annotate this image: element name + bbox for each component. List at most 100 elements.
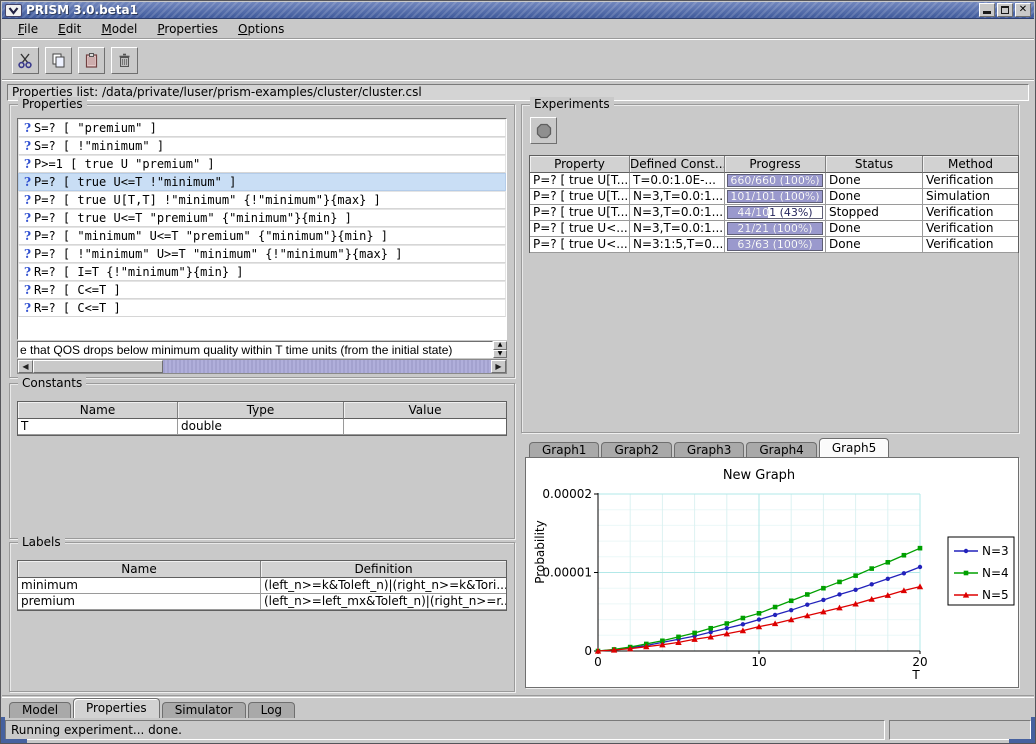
table-cell [344,419,506,435]
column-header[interactable]: Defined Const... [630,156,725,173]
scroll-right-icon[interactable]: ▶ [491,360,506,373]
property-item[interactable]: ?P=? [ "minimum" U<=T "premium" {"minimu… [18,227,506,245]
tab-log[interactable]: Log [248,702,295,718]
experiments-table: PropertyDefined Const...ProgressStatusMe… [529,155,1019,253]
property-text: P=? [ true U<=T !"minimum" ] [34,175,236,189]
menu-options[interactable]: Options [230,21,292,37]
property-item[interactable]: ?S=? [ "premium" ] [18,119,506,137]
table-cell: minimum [18,578,261,594]
stop-experiment-button[interactable] [530,117,557,144]
table-cell: N=3,T=0.0:1... [630,205,725,221]
menu-properties[interactable]: Properties [149,21,226,37]
experiment-row[interactable]: P=? [ true U[T...T=0.0:1.0E-...660/660 (… [530,173,1018,189]
question-icon: ? [21,211,34,225]
progress-cell: 101/101 (100%)101/101 (100%) [725,189,826,205]
column-header[interactable]: Definition [261,561,506,578]
labels-group: Labels NameDefinition minimum(left_n>=k&… [9,542,515,692]
menu-file[interactable]: File [10,21,46,37]
scrollbar-track[interactable] [163,360,491,373]
tab-graph1[interactable]: Graph1 [529,442,599,458]
maximize-button[interactable] [997,3,1013,17]
property-item[interactable]: ?P>=1 [ true U "premium" ] [18,155,506,173]
property-text: P=? [ !"minimum" U>=T "minimum" {!"minim… [34,247,402,261]
experiments-body: P=? [ true U[T...T=0.0:1.0E-...660/660 (… [530,173,1018,253]
status-bar: Running experiment... done. [5,720,885,740]
spinner-down-icon[interactable]: ▼ [493,350,507,359]
stop-octagon-icon [536,123,552,139]
menu-bar: FileEditModelPropertiesOptions [2,20,1034,39]
table-row[interactable]: minimum(left_n>=k&Toleft_n)|(right_n>=k&… [18,578,506,594]
window-menu-icon[interactable] [5,4,22,17]
labels-group-title: Labels [18,535,65,549]
paste-button[interactable] [78,47,105,74]
table-cell: P=? [ true U<... [530,221,630,237]
question-icon: ? [21,229,34,243]
column-header[interactable]: Name [18,561,261,578]
title-bar[interactable]: PRISM 3.0.beta1 ✕ [2,2,1034,19]
spinner-up-icon[interactable]: ▲ [493,341,507,350]
table-row[interactable]: Tdouble [18,419,506,435]
property-item[interactable]: ?P=? [ !"minimum" U>=T "minimum" {!"mini… [18,245,506,263]
property-item[interactable]: ?R=? [ I=T {!"minimum"}{min} ] [18,263,506,281]
property-item[interactable]: ?R=? [ C<=T ] [18,299,506,317]
property-text: S=? [ "premium" ] [34,121,157,135]
column-header[interactable]: Method [923,156,1018,173]
properties-list-path: Properties list: /data/private/luser/pri… [7,84,1029,101]
property-item[interactable]: ?P=? [ true U[T,T] !"minimum" {!"minimum… [18,191,506,209]
paste-icon [83,52,100,69]
property-item[interactable]: ?S=? [ !"minimum" ] [18,137,506,155]
minimize-button[interactable] [979,3,995,17]
column-header[interactable]: Type [178,402,344,419]
window-title: PRISM 3.0.beta1 [26,3,138,17]
property-item[interactable]: ?P=? [ true U<=T !"minimum" ] [18,173,506,191]
tab-properties[interactable]: Properties [73,698,160,718]
tab-simulator[interactable]: Simulator [162,702,246,718]
scroll-left-icon[interactable]: ◀ [18,360,33,373]
svg-text:0: 0 [594,655,602,669]
progress-bar: 63/63 (100%)63/63 (100%) [727,238,823,251]
tab-graph5[interactable]: Graph5 [819,438,889,458]
column-header[interactable]: Progress [725,156,826,173]
properties-list[interactable]: ?S=? [ "premium" ]?S=? [ !"minimum" ]?P>… [17,118,507,340]
experiment-row[interactable]: P=? [ true U[T...N=3,T=0.0:1...101/101 (… [530,189,1018,205]
properties-group: Properties ?S=? [ "premium" ]?S=? [ !"mi… [9,104,515,378]
tab-model[interactable]: Model [9,702,71,718]
table-row[interactable]: premium(left_n>=left_mx&Toleft_n)|(right… [18,594,506,610]
scrollbar-thumb[interactable] [33,360,163,373]
constants-body: Tdouble [18,419,506,435]
column-header[interactable]: Status [826,156,923,173]
property-text: S=? [ !"minimum" ] [34,139,164,153]
column-header[interactable]: Name [18,402,178,419]
cut-button[interactable] [12,47,39,74]
experiment-row[interactable]: P=? [ true U[T...N=3,T=0.0:1...44/101 (4… [530,205,1018,221]
table-cell: Verification [923,173,1018,189]
svg-text:New Graph: New Graph [723,468,795,483]
table-cell: N=3:1:5,T=0... [630,237,725,253]
experiment-row[interactable]: P=? [ true U<...N=3,T=0.0:1...21/21 (100… [530,221,1018,237]
column-header[interactable]: Property [530,156,630,173]
copy-button[interactable] [45,47,72,74]
svg-text:0.00001: 0.00001 [542,566,592,580]
progress-bar: 101/101 (100%)101/101 (100%) [727,190,823,203]
property-comment-field[interactable] [17,341,493,358]
svg-text:N=4: N=4 [982,566,1009,580]
experiment-row[interactable]: P=? [ true U<...N=3:1:5,T=0...63/63 (100… [530,237,1018,253]
property-item[interactable]: ?R=? [ C<=T ] [18,281,506,299]
table-cell: double [178,419,344,435]
menu-edit[interactable]: Edit [50,21,89,37]
property-text: R=? [ C<=T ] [34,283,121,297]
progress-bar: 21/21 (100%)21/21 (100%) [727,222,823,235]
question-icon: ? [21,247,34,261]
delete-button[interactable] [111,47,138,74]
constants-group-title: Constants [18,376,86,390]
tab-graph3[interactable]: Graph3 [674,442,744,458]
menu-model[interactable]: Model [93,21,145,37]
property-item[interactable]: ?P=? [ true U<=T "premium" {"minimum"}{m… [18,209,506,227]
column-header[interactable]: Value [344,402,506,419]
tab-graph4[interactable]: Graph4 [746,442,816,458]
constants-group: Constants NameTypeValue Tdouble [9,383,515,539]
tab-graph2[interactable]: Graph2 [601,442,671,458]
chevron-down-icon [8,6,19,15]
table-cell: premium [18,594,261,610]
close-button[interactable]: ✕ [1015,3,1031,17]
